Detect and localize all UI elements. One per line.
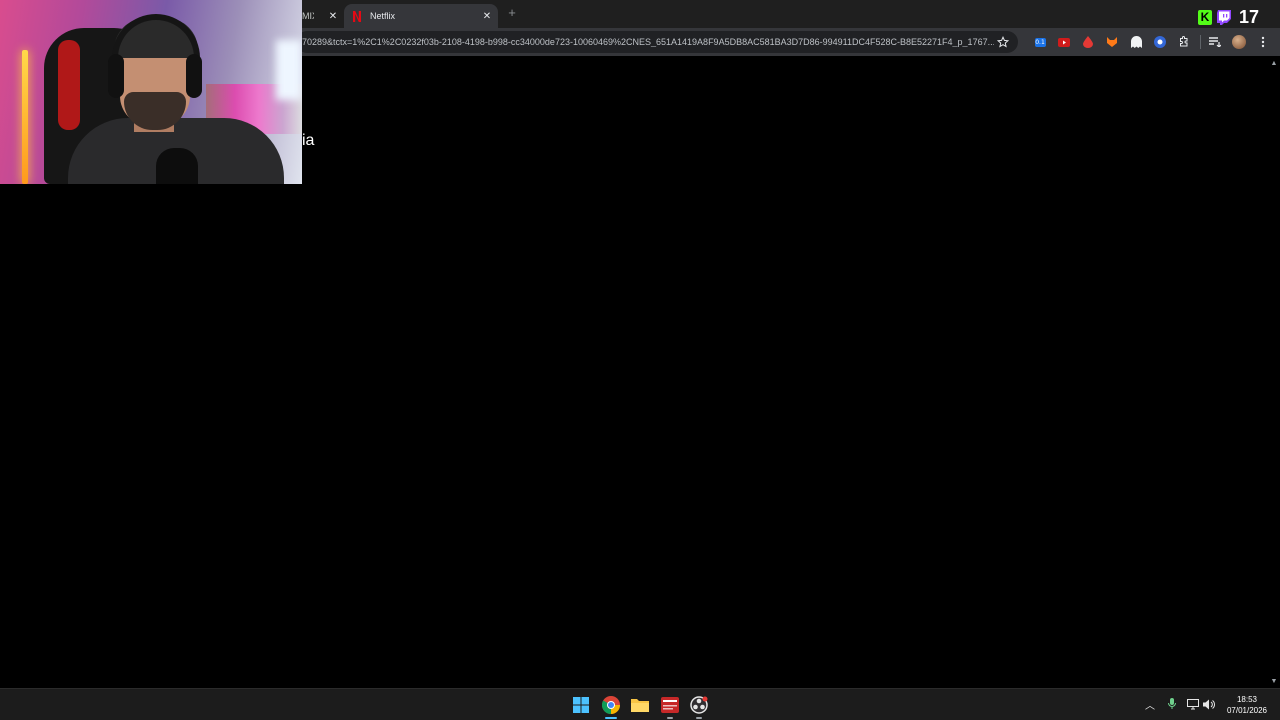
- scroll-up-icon[interactable]: ▲: [1270, 60, 1278, 68]
- tab-netflix[interactable]: Netflix ✕: [344, 4, 498, 28]
- headset-left-cup: [108, 54, 124, 98]
- headset-right-cup: [186, 54, 202, 98]
- url-text[interactable]: 70289&tctx=1%2C1%2C0232f03b-2108-4198-b9…: [302, 37, 994, 47]
- scrollbar[interactable]: ▲ ▼: [1268, 56, 1280, 688]
- twitch-icon: [1217, 9, 1231, 25]
- chrome-icon[interactable]: [600, 694, 622, 719]
- gaming-chair-accent: [58, 40, 80, 130]
- microphone-icon[interactable]: [1165, 697, 1179, 711]
- kick-icon: K: [1198, 9, 1212, 25]
- microphone: [156, 148, 198, 184]
- extensions-row: 0.1: [1030, 32, 1277, 52]
- network-icon[interactable]: [1186, 697, 1200, 711]
- windows-taskbar: ︿ 18:53 07/01/2026: [0, 688, 1280, 720]
- youtube-extension-icon[interactable]: [1054, 32, 1074, 52]
- chevron-up-icon[interactable]: ︿: [1143, 697, 1157, 712]
- active-app-indicator: [605, 717, 617, 719]
- kebab-menu-icon[interactable]: [1253, 32, 1273, 52]
- bookmark-star-icon[interactable]: [994, 33, 1012, 51]
- obs-icon[interactable]: [688, 694, 710, 719]
- open-app-indicator: [667, 717, 673, 719]
- open-app-indicator: [696, 717, 702, 719]
- page-text-fragment: ia: [302, 132, 315, 149]
- media-control-icon[interactable]: [1205, 32, 1225, 52]
- file-explorer-icon[interactable]: [629, 694, 651, 716]
- counter-extension-icon[interactable]: 0.1: [1030, 32, 1050, 52]
- new-tab-icon[interactable]: +: [505, 6, 519, 20]
- tab-label: Netflix: [370, 11, 396, 21]
- toolbar-divider: [1200, 35, 1201, 49]
- viewer-count: 17: [1239, 6, 1260, 27]
- close-icon[interactable]: ✕: [480, 9, 494, 23]
- ring-light: [276, 40, 302, 100]
- webcam-overlay: [0, 0, 302, 184]
- profile-avatar-icon[interactable]: [1229, 32, 1249, 52]
- close-icon[interactable]: ✕: [326, 9, 340, 23]
- netflix-favicon-icon: [352, 10, 362, 22]
- clock-date: 07/01/2026: [1226, 706, 1268, 715]
- scroll-down-icon[interactable]: ▼: [1270, 678, 1278, 686]
- address-bar[interactable]: 70289&tctx=1%2C1%2C0232f03b-2108-4198-b9…: [296, 31, 1018, 53]
- avatar: [1232, 35, 1246, 49]
- puzzle-extensions-icon[interactable]: [1174, 32, 1194, 52]
- extension-badge: 0.1: [1034, 37, 1046, 47]
- blue-circle-extension-icon[interactable]: [1150, 32, 1170, 52]
- volume-icon[interactable]: [1202, 697, 1216, 711]
- stream-stats-overlay: K 17: [1198, 7, 1259, 27]
- ghost-extension-icon[interactable]: [1126, 32, 1146, 52]
- system-clock[interactable]: 18:53 07/01/2026: [1220, 694, 1274, 716]
- screen: MIX | ✕ Netflix ✕ + 70289&tctx=1%2C1%2C0…: [0, 0, 1280, 720]
- neon-light: [22, 50, 28, 184]
- clock-time: 18:53: [1236, 695, 1258, 704]
- red-drop-extension-icon[interactable]: [1078, 32, 1098, 52]
- fox-extension-icon[interactable]: [1102, 32, 1122, 52]
- windows-start-icon[interactable]: [570, 694, 592, 716]
- netflix-tv-app-icon[interactable]: [659, 694, 681, 719]
- tab-label: MIX |: [302, 11, 314, 21]
- tab-mix[interactable]: MIX | ✕: [302, 4, 344, 28]
